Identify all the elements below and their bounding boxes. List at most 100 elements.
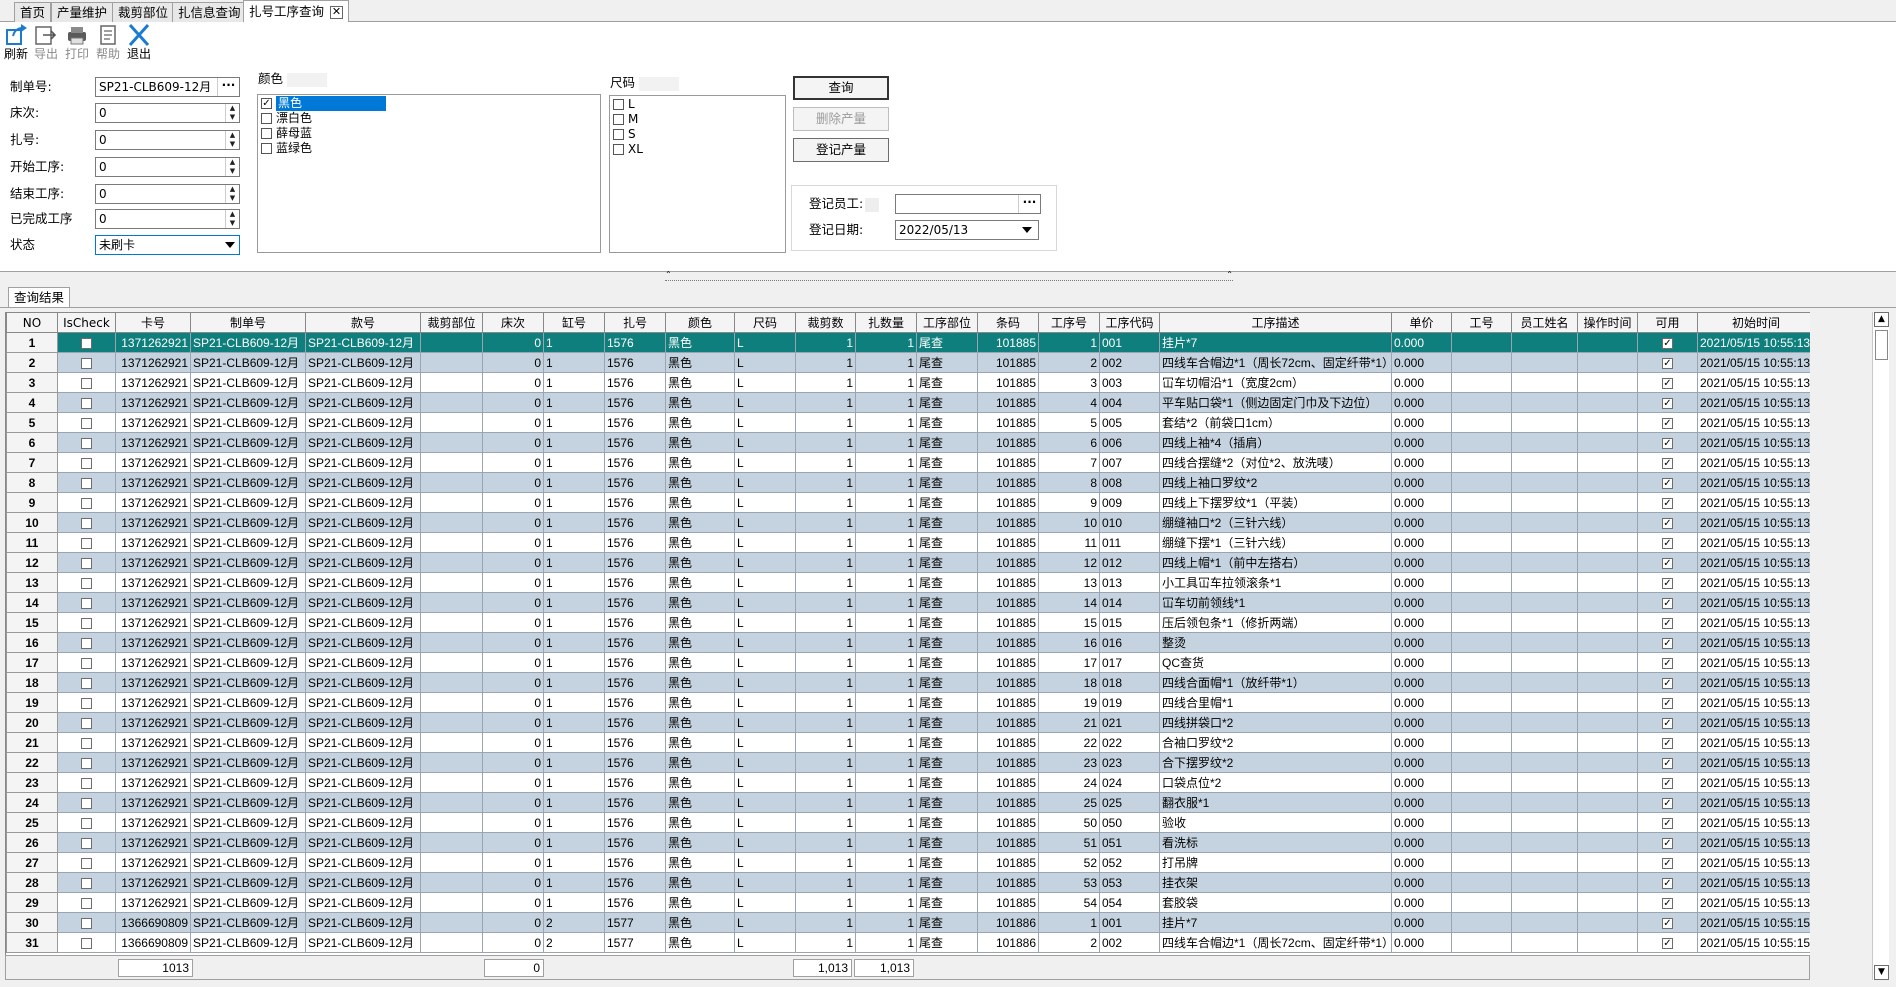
checkbox-icon[interactable] (81, 917, 92, 929)
available-cell[interactable]: ✓ (1637, 372, 1698, 393)
available-cell[interactable]: ✓ (1637, 692, 1698, 713)
tab-output-maintenance[interactable]: 产量维护 (51, 2, 114, 22)
size-list[interactable]: L M S XL (609, 95, 786, 253)
checkbox-icon[interactable] (613, 99, 624, 110)
register-employee-field[interactable]: ··· (895, 194, 1041, 214)
available-cell[interactable]: ✓ (1637, 892, 1698, 913)
column-header[interactable]: 尺码 (734, 312, 796, 333)
register-output-button[interactable]: 登记产量 (793, 138, 889, 162)
available-cell[interactable]: ✓ (1637, 552, 1698, 573)
color-list[interactable]: ✓ 黑色 漂白色 薛母蓝 蓝绿色 (257, 94, 601, 253)
checkbox-checked-icon[interactable]: ✓ (1662, 817, 1673, 829)
table-row[interactable]: 14 1371262921 SP21-CLB609-12月 SP21-CLB609-1… (6, 592, 1810, 613)
table-row[interactable]: 24 1371262921 SP21-CLB609-12月 SP21-CLB609-1… (6, 792, 1810, 813)
table-row[interactable]: 1 1371262921 SP21-CLB609-12月 SP21-CLB609-12… (6, 332, 1810, 353)
ischeck-cell[interactable] (57, 872, 116, 893)
checkbox-icon[interactable] (81, 457, 92, 469)
vertical-scrollbar[interactable]: ▲ ▼ (1872, 312, 1889, 980)
ischeck-cell[interactable] (57, 772, 116, 793)
checkbox-icon[interactable] (613, 114, 624, 125)
export-button[interactable]: 导出 (31, 24, 61, 61)
table-row[interactable]: 13 1371262921 SP21-CLB609-12月 SP21-CLB609-1… (6, 572, 1810, 593)
ischeck-cell[interactable] (57, 692, 116, 713)
ischeck-cell[interactable] (57, 812, 116, 833)
column-header[interactable]: 制单号 (190, 312, 306, 333)
checkbox-checked-icon[interactable]: ✓ (1662, 697, 1673, 709)
table-row[interactable]: 31 1366690809 SP21-CLB609-12月 SP21-CLB609-1… (6, 932, 1810, 953)
available-cell[interactable]: ✓ (1637, 912, 1698, 933)
column-header[interactable]: 床次 (482, 312, 544, 333)
start-process-stepper[interactable]: 0 ▲ ▼ (95, 157, 240, 177)
checkbox-icon[interactable] (81, 937, 92, 949)
ischeck-cell[interactable] (57, 412, 116, 433)
column-header[interactable]: 裁剪数 (795, 312, 856, 333)
query-button[interactable]: 查询 (793, 76, 889, 100)
checkbox-checked-icon[interactable]: ✓ (1662, 377, 1673, 389)
available-cell[interactable]: ✓ (1637, 452, 1698, 473)
checkbox-icon[interactable] (261, 143, 272, 154)
table-row[interactable]: 21 1371262921 SP21-CLB609-12月 SP21-CLB609-1… (6, 732, 1810, 753)
available-cell[interactable]: ✓ (1637, 672, 1698, 693)
checkbox-icon[interactable] (261, 113, 272, 124)
available-cell[interactable]: ✓ (1637, 732, 1698, 753)
checkbox-checked-icon[interactable]: ✓ (1662, 657, 1673, 669)
table-row[interactable]: 26 1371262921 SP21-CLB609-12月 SP21-CLB609-1… (6, 832, 1810, 853)
available-cell[interactable]: ✓ (1637, 572, 1698, 593)
ischeck-cell[interactable] (57, 892, 116, 913)
status-select[interactable]: 未刷卡 (95, 235, 240, 255)
checkbox-checked-icon[interactable]: ✓ (1662, 397, 1673, 409)
help-button[interactable]: 帮助 (93, 24, 123, 61)
table-row[interactable]: 27 1371262921 SP21-CLB609-12月 SP21-CLB609-1… (6, 852, 1810, 873)
checkbox-icon[interactable] (81, 857, 92, 869)
column-header[interactable]: 工序描述 (1159, 312, 1392, 333)
column-header[interactable]: 颜色 (665, 312, 735, 333)
spin-arrows-icon[interactable]: ▲ ▼ (225, 104, 239, 122)
column-header[interactable]: 缸号 (543, 312, 605, 333)
checkbox-icon[interactable] (613, 129, 624, 140)
checkbox-checked-icon[interactable]: ✓ (1662, 517, 1673, 529)
checkbox-checked-icon[interactable]: ✓ (1662, 577, 1673, 589)
column-header[interactable]: 扎号 (604, 312, 666, 333)
color-item[interactable]: 漂白色 (258, 111, 600, 126)
checkbox-icon[interactable] (81, 657, 92, 669)
available-cell[interactable]: ✓ (1637, 752, 1698, 773)
column-header[interactable]: 工号 (1451, 312, 1512, 333)
collapse-up-icon[interactable]: ⌃ (1226, 271, 1233, 279)
checkbox-icon[interactable] (81, 597, 92, 609)
checkbox-icon[interactable] (81, 837, 92, 849)
checkbox-checked-icon[interactable]: ✓ (1662, 777, 1673, 789)
available-cell[interactable]: ✓ (1637, 872, 1698, 893)
table-row[interactable]: 2 1371262921 SP21-CLB609-12月 SP21-CLB609-12… (6, 352, 1810, 373)
table-row[interactable]: 22 1371262921 SP21-CLB609-12月 SP21-CLB609-1… (6, 752, 1810, 773)
ischeck-cell[interactable] (57, 432, 116, 453)
checkbox-icon[interactable] (81, 637, 92, 649)
ischeck-cell[interactable] (57, 932, 116, 953)
checkbox-checked-icon[interactable]: ✓ (261, 98, 272, 109)
table-row[interactable]: 20 1371262921 SP21-CLB609-12月 SP21-CLB609-1… (6, 712, 1810, 733)
table-row[interactable]: 10 1371262921 SP21-CLB609-12月 SP21-CLB609-1… (6, 512, 1810, 533)
tab-cutting-parts[interactable]: 裁剪部位 (112, 2, 175, 22)
available-cell[interactable]: ✓ (1637, 832, 1698, 853)
table-row[interactable]: 30 1366690809 SP21-CLB609-12月 SP21-CLB609-1… (6, 912, 1810, 933)
checkbox-icon[interactable] (81, 797, 92, 809)
table-row[interactable]: 29 1371262921 SP21-CLB609-12月 SP21-CLB609-1… (6, 892, 1810, 913)
checkbox-checked-icon[interactable]: ✓ (1662, 337, 1673, 349)
available-cell[interactable]: ✓ (1637, 632, 1698, 653)
checkbox-icon[interactable] (81, 677, 92, 689)
ischeck-cell[interactable] (57, 352, 116, 373)
table-row[interactable]: 6 1371262921 SP21-CLB609-12月 SP21-CLB609-12… (6, 432, 1810, 453)
checkbox-checked-icon[interactable]: ✓ (1662, 857, 1673, 869)
checkbox-icon[interactable] (81, 497, 92, 509)
available-cell[interactable]: ✓ (1637, 652, 1698, 673)
color-item[interactable]: ✓ 黑色 (258, 96, 600, 111)
checkbox-checked-icon[interactable]: ✓ (1662, 537, 1673, 549)
table-row[interactable]: 19 1371262921 SP21-CLB609-12月 SP21-CLB609-1… (6, 692, 1810, 713)
checkbox-checked-icon[interactable]: ✓ (1662, 757, 1673, 769)
spin-arrows-icon[interactable]: ▲ ▼ (225, 131, 239, 149)
available-cell[interactable]: ✓ (1637, 592, 1698, 613)
available-cell[interactable]: ✓ (1637, 812, 1698, 833)
ischeck-cell[interactable] (57, 472, 116, 493)
checkbox-checked-icon[interactable]: ✓ (1662, 357, 1673, 369)
table-row[interactable]: 18 1371262921 SP21-CLB609-12月 SP21-CLB609-1… (6, 672, 1810, 693)
ischeck-cell[interactable] (57, 752, 116, 773)
